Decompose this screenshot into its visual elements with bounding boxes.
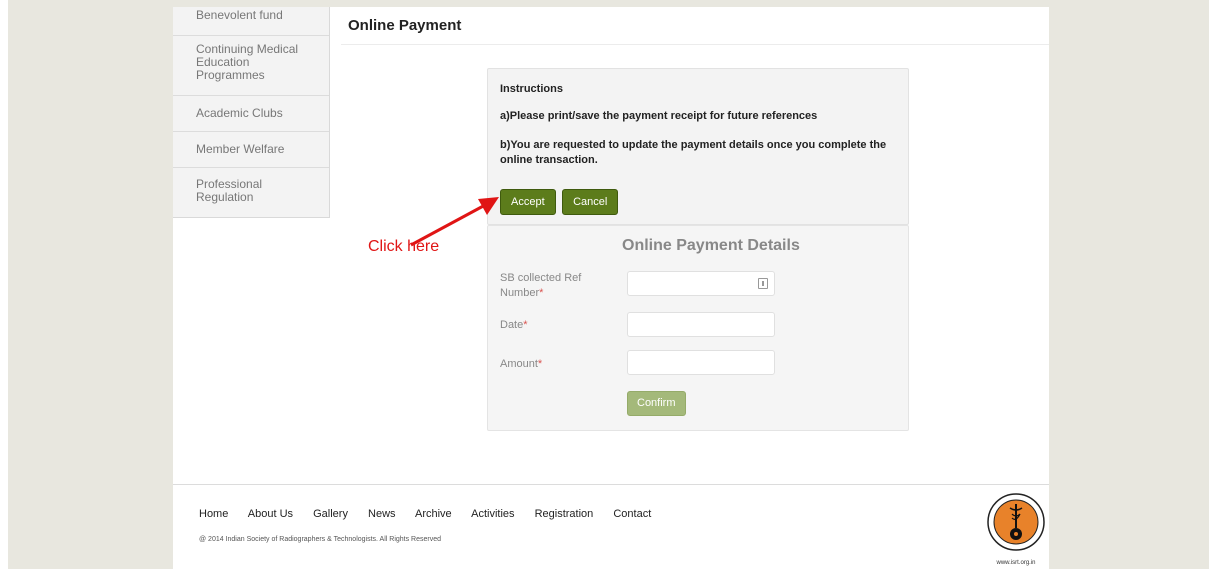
footer-link-about-us[interactable]: About Us [248,508,293,520]
footer-link-news[interactable]: News [368,508,396,520]
society-logo-icon [987,493,1045,551]
title-divider [341,44,1049,45]
amount-input[interactable] [627,350,775,375]
confirm-button[interactable]: Confirm [627,391,686,416]
date-label: Date* [500,318,610,333]
footer-link-home[interactable]: Home [199,508,228,520]
instruction-b: b)You are requested to update the paymen… [500,139,887,166]
field-icon[interactable] [758,278,768,289]
details-title: Online Payment Details [622,237,800,254]
instructions-box: Instructions a)Please print/save the pay… [487,68,909,225]
footer-link-gallery[interactable]: Gallery [313,508,348,520]
date-label-text: Date [500,319,524,331]
copyright-text: @ 2014 Indian Society of Radiographers &… [199,536,442,543]
required-mark: * [537,358,543,370]
left-edge [0,0,8,569]
sidebar-item-benevolent-fund[interactable]: Benevolent fund [173,7,329,36]
amount-label-text: Amount [500,358,538,370]
page-title: Online Payment [348,17,462,34]
ref-number-input[interactable] [627,271,775,296]
required-mark: * [523,319,528,331]
footer-link-contact[interactable]: Contact [613,508,651,520]
footer-divider [173,484,1049,485]
footer-link-activities[interactable]: Activities [471,508,514,520]
sidebar: Benevolent fund Continuing Medical Educa… [173,7,330,218]
right-edge [1209,0,1214,569]
logo-url: www.isrt.org.in [996,560,1036,566]
footer-link-registration[interactable]: Registration [535,508,594,520]
amount-label: Amount* [500,357,610,372]
footer-link-archive[interactable]: Archive [415,508,452,520]
sidebar-item-academic-clubs[interactable]: Academic Clubs [173,96,329,132]
accept-button[interactable]: Accept [500,189,556,215]
page-content: Benevolent fund Continuing Medical Educa… [173,7,1049,569]
required-mark: * [539,287,544,299]
instruction-a: a)Please print/save the payment receipt … [500,110,818,122]
sidebar-item-professional-regulation[interactable]: Professional Regulation [173,168,329,217]
sidebar-item-member-welfare[interactable]: Member Welfare [173,132,329,168]
instructions-button-row: Accept Cancel [500,189,620,215]
date-input[interactable] [627,312,775,337]
ref-number-label: SB collected Ref Number* [500,271,610,301]
instructions-heading: Instructions [500,83,563,95]
cancel-button[interactable]: Cancel [562,189,619,215]
payment-details-panel: Online Payment Details SB collected Ref … [487,225,909,431]
footer-nav: Home About Us Gallery News Archive Activ… [199,508,668,520]
sidebar-item-cme-programmes[interactable]: Continuing Medical Education Programmes [173,36,329,96]
